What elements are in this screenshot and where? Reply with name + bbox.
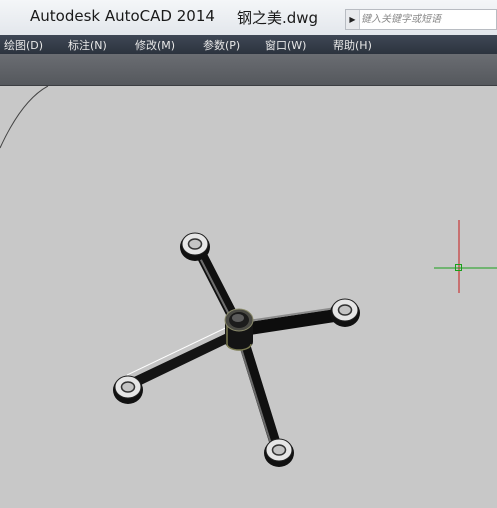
search-box[interactable]: ▶ (345, 9, 497, 30)
spider-eye-top (180, 232, 210, 261)
menu-item-parametric[interactable]: 参数(P) (203, 37, 240, 53)
menu-bar: 绘图(D) 标注(N) 修改(M) 参数(P) 窗口(W) 帮助(H) (0, 35, 497, 54)
menu-item-window[interactable]: 窗口(W) (265, 37, 306, 53)
drawing-viewport[interactable] (0, 86, 497, 508)
spider-eye-bottom (264, 438, 294, 467)
triangle-right-icon[interactable]: ▶ (346, 10, 360, 29)
spider-center-hub (224, 308, 254, 351)
app-title: Autodesk AutoCAD 2014 (30, 7, 215, 25)
menu-item-draw[interactable]: 绘图(D) (4, 37, 43, 53)
menu-item-dimension[interactable]: 标注(N) (68, 37, 107, 53)
menu-item-modify[interactable]: 修改(M) (135, 37, 175, 53)
title-bar: Autodesk AutoCAD 2014 钢之美.dwg ▶ (0, 0, 497, 35)
search-input[interactable] (361, 11, 495, 28)
document-filename: 钢之美.dwg (237, 9, 319, 27)
menu-item-help[interactable]: 帮助(H) (333, 37, 372, 53)
ribbon-panel (0, 54, 497, 86)
spider-eye-left (113, 375, 143, 404)
spider-eye-right (330, 298, 360, 327)
viewport-background (0, 86, 497, 508)
